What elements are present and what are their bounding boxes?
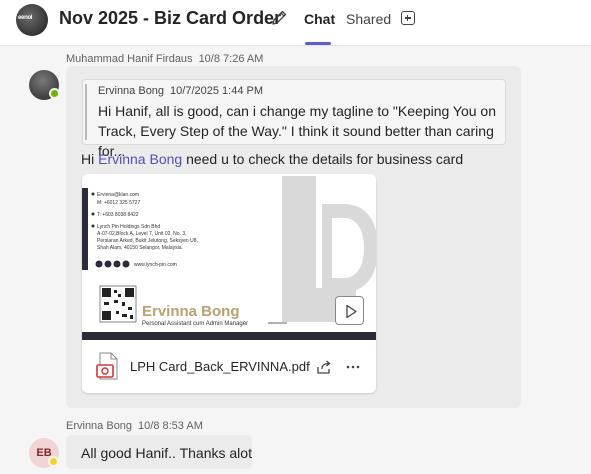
card-company: Lynch Pin Holdings Sdn Bhd bbox=[97, 224, 160, 230]
message-timestamp: 10/8 8:53 AM bbox=[138, 420, 203, 432]
more-options-icon[interactable] bbox=[344, 358, 362, 376]
pencil-icon[interactable] bbox=[270, 9, 288, 27]
quote-meta: Ervinna Bong 10/7/2025 1:44 PM bbox=[98, 85, 263, 97]
card-mobile: M: +6012 325 5727 bbox=[97, 200, 140, 206]
tab-shared[interactable]: Shared bbox=[346, 11, 391, 27]
chat-title: Nov 2025 - Biz Card Order bbox=[59, 8, 282, 28]
add-tab-icon[interactable] bbox=[401, 11, 415, 25]
mention-link[interactable]: Ervinna Bong bbox=[98, 151, 182, 167]
message-text-suffix: need u to check the details for business… bbox=[182, 151, 464, 167]
message-timestamp: 10/8 7:26 AM bbox=[198, 53, 264, 65]
share-icon[interactable] bbox=[315, 358, 333, 376]
card-website: www.lynch-pin.com bbox=[134, 262, 177, 268]
message-text-prefix: Hi bbox=[81, 151, 99, 167]
play-button[interactable] bbox=[335, 296, 364, 325]
presence-away-icon bbox=[48, 456, 59, 467]
card-name: Ervinna Bong bbox=[142, 303, 240, 320]
message-text: All good Hanif.. Thanks alot bbox=[81, 445, 252, 461]
card-address-1: A-07-02,Block A, Level 7, Unit 02, No. 3… bbox=[97, 231, 187, 237]
card-role: Personal Assistant cum Admin Manager bbox=[142, 321, 248, 327]
chat-header: eenol Nov 2025 - Biz Card Order Chat Sha… bbox=[0, 0, 591, 46]
quote-bar bbox=[85, 84, 87, 140]
presence-available-icon bbox=[49, 88, 60, 99]
message-meta: Muhammad Hanif Firdaus 10/8 7:26 AM bbox=[66, 53, 263, 65]
group-avatar[interactable]: eenol bbox=[16, 4, 48, 36]
card-address-3: Shah Alam, 40150 Selangor, Malaysia. bbox=[97, 245, 183, 251]
message-author: Muhammad Hanif Firdaus bbox=[66, 53, 193, 65]
message-meta: Ervinna Bong 10/8 8:53 AM bbox=[66, 420, 203, 432]
card-tel: T: +603 8038 8422 bbox=[97, 212, 139, 218]
file-preview[interactable]: Ervinna@klan.com M: +6012 325 5727 T: +6… bbox=[82, 174, 376, 340]
tab-chat[interactable]: Chat bbox=[304, 11, 335, 27]
pdf-icon[interactable] bbox=[96, 352, 120, 380]
group-avatar-label: eenol bbox=[18, 15, 33, 21]
quote-author: Ervinna Bong bbox=[98, 85, 165, 97]
attachment-file-name[interactable]: LPH Card_Back_ERVINNA.pdf bbox=[130, 359, 310, 374]
active-tab-indicator bbox=[305, 42, 331, 45]
card-email: Ervinna@klan.com bbox=[97, 192, 139, 198]
card-address-2: Persiaran Arked, Bukit Jelutong, Seksyen… bbox=[97, 238, 198, 244]
business-card-preview: Ervinna@klan.com M: +6012 325 5727 T: +6… bbox=[82, 174, 376, 340]
message-text: Hi Ervinna Bong need u to check the deta… bbox=[81, 151, 463, 167]
quote-timestamp: 10/7/2025 1:44 PM bbox=[170, 85, 264, 97]
message-author: Ervinna Bong bbox=[66, 420, 133, 432]
play-icon bbox=[346, 304, 357, 319]
qr-code-icon bbox=[99, 285, 137, 323]
